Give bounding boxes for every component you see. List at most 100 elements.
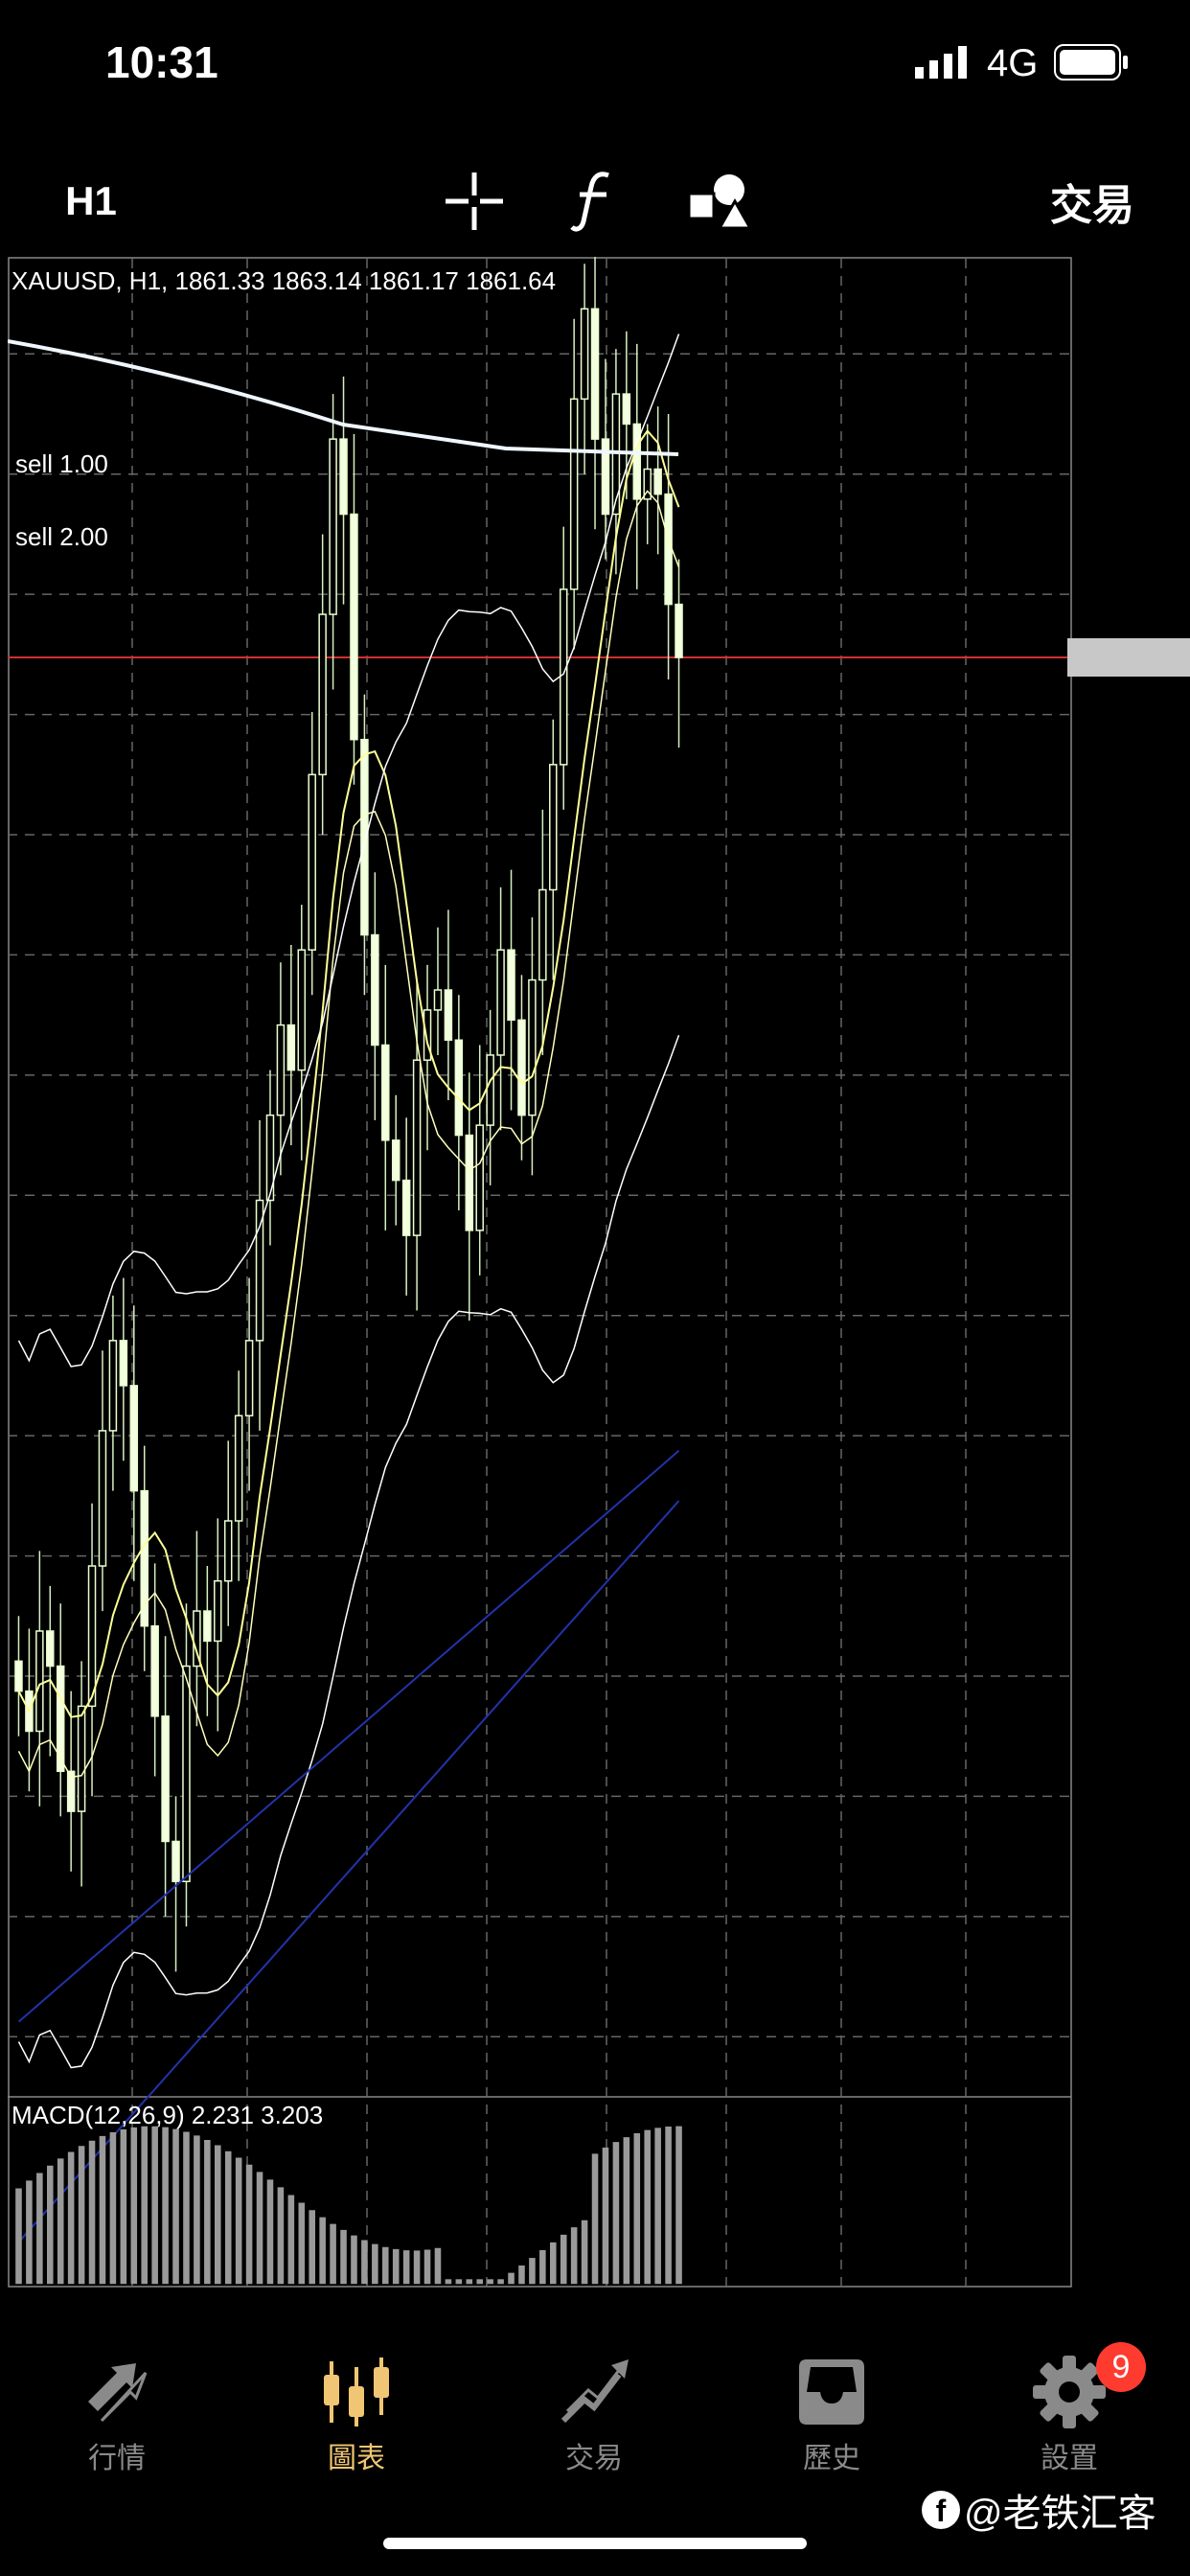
crosshair-icon (446, 172, 503, 230)
tab-settings-label: 設置 (1041, 2443, 1098, 2474)
timeframe-label: H1 (65, 178, 117, 223)
price-chart[interactable]: XAUUSD, H1, 1861.33 1863.14 1861.17 1861… (7, 245, 1190, 2298)
chart-canvas[interactable]: XAUUSD, H1, 1861.33 1863.14 1861.17 1861… (7, 245, 1190, 2298)
candle-body (276, 1024, 286, 1116)
battery-icon (1054, 44, 1131, 85)
candle-body (391, 1139, 400, 1182)
bollinger-lower (17, 1034, 680, 2069)
candle-body (517, 1019, 526, 1116)
candle-body (35, 1630, 44, 1733)
candle-body (297, 949, 307, 1071)
candle-body (350, 513, 358, 741)
indicator-lines (7, 334, 680, 2243)
candle-body (528, 978, 537, 1116)
watermark: f @老铁汇客 (922, 2482, 1156, 2538)
candle-body (401, 1179, 411, 1236)
chart-header: XAUUSD, H1, 1861.33 1863.14 1861.17 1861… (11, 266, 556, 295)
trade-button[interactable]: 交易 (1030, 163, 1155, 240)
crosshair-button[interactable] (436, 163, 513, 240)
bottom-tab-bar: 行情 圖表 交易 歷史 9 設置 (0, 2319, 1190, 2482)
candle-body (559, 588, 568, 766)
tab-trade[interactable]: 交易 (498, 2319, 690, 2474)
candle-body (329, 438, 337, 615)
objects-button[interactable] (680, 163, 757, 240)
candle-body (507, 949, 515, 1022)
candle-body (87, 1565, 97, 1708)
quotes-icon (88, 2363, 148, 2423)
price-axis (1067, 638, 1190, 678)
signal-icon (915, 46, 969, 83)
candle-body (381, 1044, 390, 1141)
candle-body (223, 1520, 233, 1582)
function-icon (570, 172, 609, 232)
settings-badge: 9 (1096, 2342, 1146, 2392)
candle-body (214, 1579, 222, 1643)
candle-body (14, 1660, 23, 1692)
candle-body (475, 1124, 484, 1231)
tab-trade-label: 交易 (565, 2443, 623, 2474)
candle-body (454, 1039, 464, 1137)
tab-settings[interactable]: 9 設置 (973, 2319, 1165, 2474)
tab-chart-label: 圖表 (328, 2443, 385, 2474)
home-indicator[interactable] (383, 2538, 807, 2549)
trade-icon (561, 2359, 629, 2424)
candle-body (308, 773, 316, 951)
order-label-2: sell 2.00 (15, 522, 108, 551)
candle-body (161, 1715, 170, 1843)
status-bar: 10:31 4G (0, 0, 1190, 134)
candle-body (98, 1430, 107, 1567)
candlestick-series (14, 245, 683, 1972)
candle-body (119, 1340, 128, 1387)
tab-chart[interactable]: 圖表 (261, 2319, 452, 2474)
candle-body (444, 989, 453, 1042)
candle-body (622, 393, 631, 426)
candle-body (108, 1340, 118, 1432)
candle-body (664, 493, 673, 606)
candle-body (129, 1385, 139, 1492)
tab-quotes[interactable]: 行情 (21, 2319, 213, 2474)
candle-body (653, 468, 662, 495)
candle-body (46, 1630, 55, 1668)
facebook-icon: f (922, 2491, 960, 2529)
chart-icon (324, 2358, 389, 2426)
candle-body (172, 1840, 180, 1883)
candle-body (465, 1134, 474, 1231)
candle-body (538, 888, 547, 981)
chart-toolbar: H1 交易 (0, 153, 1190, 259)
candle-body (580, 308, 589, 401)
macd-histogram (15, 2126, 682, 2285)
tab-history-label: 歷史 (803, 2443, 860, 2474)
candle-body (486, 1054, 494, 1126)
candle-body (412, 1059, 422, 1236)
candle-body (150, 1624, 159, 1717)
order-label-1: sell 1.00 (15, 449, 108, 478)
timeframe-button[interactable]: H1 (48, 163, 134, 240)
candle-body (569, 398, 579, 590)
tab-history[interactable]: 歷史 (736, 2319, 927, 2474)
chart-grid (8, 257, 1072, 2288)
candle-body (433, 989, 443, 1011)
network-type: 4G (987, 42, 1039, 84)
watermark-text: @老铁汇客 (964, 2493, 1156, 2535)
candle-body (496, 949, 505, 1056)
candle-body (244, 1340, 254, 1416)
shapes-icon (687, 174, 750, 230)
ma-slow-line (17, 1450, 680, 2023)
candle-body (590, 308, 600, 440)
candle-body (549, 764, 558, 891)
ma-slow-line-2 (17, 1500, 680, 2243)
candle-body (318, 613, 327, 776)
candle-body (234, 1414, 243, 1522)
status-time: 10:31 (105, 37, 218, 87)
candle-body (360, 738, 369, 936)
candle-body (182, 1665, 191, 1883)
candle-body (339, 438, 348, 516)
candle-body (371, 933, 379, 1046)
candle-body (203, 1610, 212, 1643)
current-price-box (1067, 638, 1190, 678)
indicators-button[interactable] (556, 163, 632, 240)
ma-fast-line-2 (17, 490, 680, 1779)
history-icon (799, 2359, 864, 2425)
tab-quotes-label: 行情 (88, 2443, 146, 2474)
candle-body (675, 603, 683, 658)
